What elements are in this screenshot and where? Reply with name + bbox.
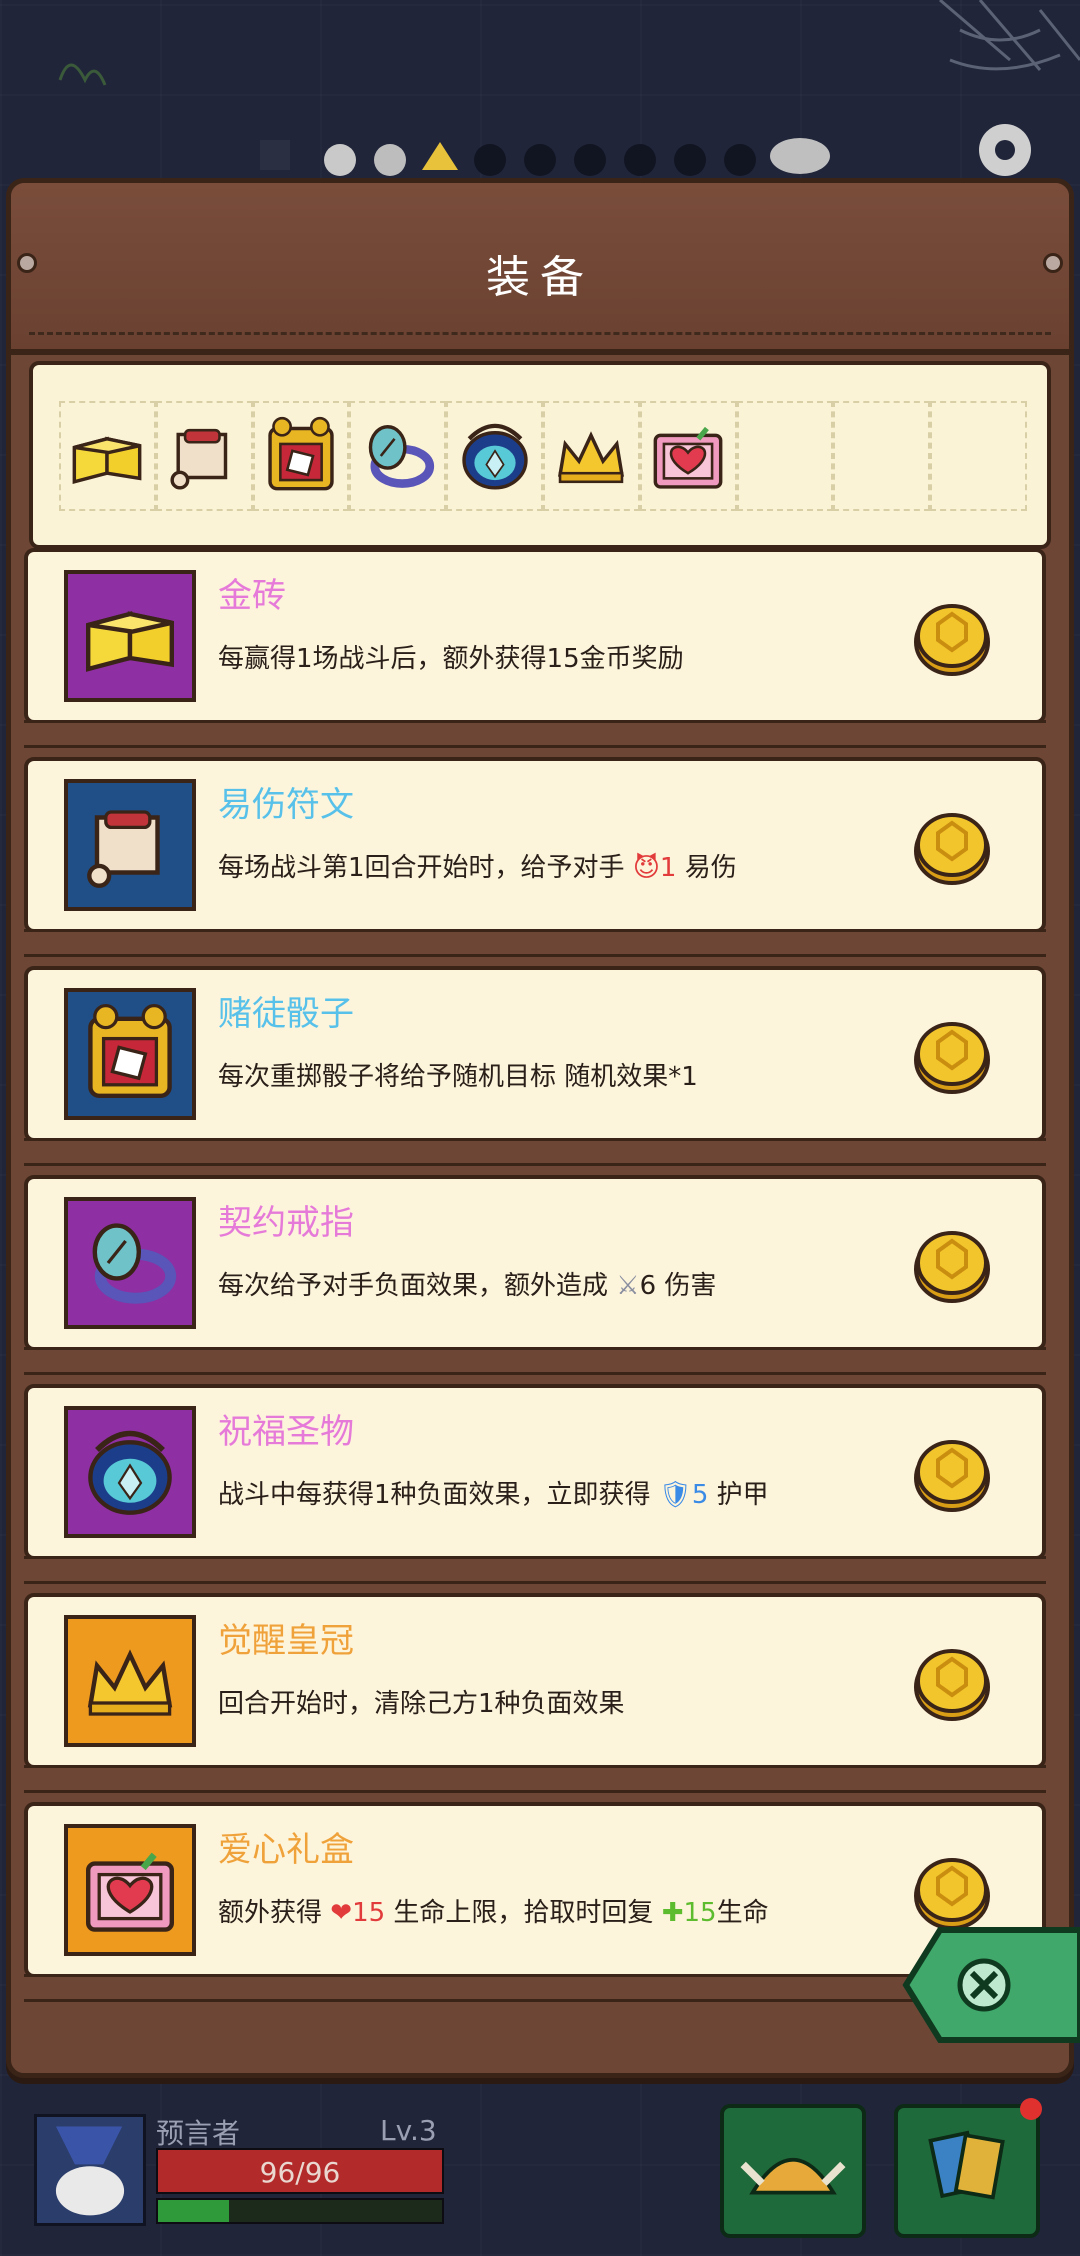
item-thumbnail	[64, 1406, 196, 1538]
scroll-icon	[87, 810, 160, 888]
slot-2[interactable]	[155, 401, 253, 511]
item-description: 每场战斗第1回合开始时，给予对手 😈1 易伤	[218, 853, 737, 883]
heal-icon: ✚	[661, 1898, 684, 1928]
equipment-card[interactable]: 爱心礼盒额外获得 ❤15 生命上限，拾取时回复 ✚15生命	[24, 1802, 1046, 2002]
equipment-card[interactable]: 觉醒皇冠回合开始时，清除己方1种负面效果	[24, 1593, 1046, 1793]
xp-bar	[156, 2198, 444, 2224]
gold-coin-icon	[914, 1649, 990, 1721]
item-thumbnail	[64, 1824, 196, 1956]
panel-title: 装备	[486, 252, 594, 303]
gold-brick-icon	[72, 436, 142, 485]
heart-box-icon	[86, 1852, 174, 1932]
equipment-card[interactable]: 祝福圣物战斗中每获得1种负面效果，立即获得 🛡5 护甲	[24, 1384, 1046, 1584]
ring-icon	[368, 425, 434, 488]
equipment-card[interactable]: 契约戒指每次给予对手负面效果，额外造成 ⚔6 伤害	[24, 1175, 1046, 1375]
item-name: 赌徒骰子	[218, 994, 354, 1034]
slot-5[interactable]	[446, 401, 543, 511]
equipment-row[interactable]: 赌徒骰子每次重掷骰子将给予随机目标 随机效果*1	[24, 966, 1046, 1175]
crown-icon	[87, 1649, 173, 1716]
item-thumbnail	[64, 1197, 196, 1329]
hp-text: 96/96	[259, 2156, 341, 2189]
slot-1[interactable]	[59, 401, 156, 511]
item-description: 额外获得 ❤15 生命上限，拾取时回复 ✚15生命	[218, 1898, 769, 1928]
sword-icon: ⚔	[616, 1271, 640, 1301]
heart-box-icon	[653, 426, 723, 489]
equipment-card[interactable]: 赌徒骰子每次重掷骰子将给予随机目标 随机效果*1	[24, 966, 1046, 1166]
top-decoration	[58, 0, 1080, 176]
ring-icon	[92, 1223, 177, 1304]
gold-coin-icon	[914, 604, 990, 676]
relic-icon	[461, 423, 528, 490]
xp-fill	[158, 2200, 229, 2222]
item-description: 每赢得1场战斗后，额外获得15金币奖励	[218, 644, 684, 674]
item-thumbnail	[64, 1615, 196, 1747]
scroll-icon	[170, 428, 228, 490]
equipment-row[interactable]: 爱心礼盒额外获得 ❤15 生命上限，拾取时回复 ✚15生命	[24, 1802, 1046, 2011]
slot-9[interactable]	[833, 401, 931, 511]
relic-icon	[88, 1430, 172, 1515]
slot-7[interactable]	[639, 401, 737, 511]
item-name: 契约戒指	[218, 1203, 354, 1243]
slot-4[interactable]	[349, 401, 447, 511]
cards-icon	[928, 2130, 1005, 2200]
player-hud: 预言者 Lv.3 96/96	[0, 2080, 1080, 2256]
equipped-slots-bar	[29, 361, 1051, 549]
slot-10[interactable]	[930, 401, 1027, 511]
helmet-button[interactable]	[720, 2104, 866, 2238]
equipment-row[interactable]: 觉醒皇冠回合开始时，清除己方1种负面效果	[24, 1593, 1046, 1802]
player-name: 预言者	[156, 2117, 241, 2150]
gold-coin-icon	[914, 1440, 990, 1512]
hp-bar: 96/96	[156, 2148, 444, 2194]
item-description: 回合开始时，清除己方1种负面效果	[218, 1689, 625, 1719]
item-thumbnail	[64, 570, 196, 702]
gold-coin-icon	[914, 813, 990, 885]
avatar[interactable]	[34, 2114, 146, 2226]
notification-dot	[1020, 2098, 1042, 2120]
dice-icon	[88, 1003, 172, 1098]
item-name: 爱心礼盒	[218, 1830, 354, 1870]
slot-6[interactable]	[542, 401, 640, 511]
slot-8[interactable]	[736, 401, 834, 511]
item-description: 每次重掷骰子将给予随机目标 随机效果*1	[218, 1062, 698, 1092]
close-button[interactable]	[900, 1920, 1080, 2050]
item-thumbnail	[64, 779, 196, 911]
item-name: 金砖	[218, 576, 286, 616]
equipment-row[interactable]: 易伤符文每场战斗第1回合开始时，给予对手 😈1 易伤	[24, 757, 1046, 966]
dice-icon	[268, 416, 334, 491]
item-name: 易伤符文	[218, 785, 354, 825]
equipment-list: 金砖每赢得1场战斗后，额外获得15金币奖励易伤符文每场战斗第1回合开始时，给予对…	[24, 548, 1046, 2011]
helmet-icon	[740, 2157, 846, 2195]
slot-3[interactable]	[252, 401, 350, 511]
equipment-card[interactable]: 金砖每赢得1场战斗后，额外获得15金币奖励	[24, 548, 1046, 748]
crown-icon	[558, 431, 625, 484]
panel-header: 装备	[11, 183, 1069, 355]
item-name: 祝福圣物	[218, 1412, 354, 1452]
equipment-card[interactable]: 易伤符文每场战斗第1回合开始时，给予对手 😈1 易伤	[24, 757, 1046, 957]
vulnerable-icon: 😈	[632, 853, 660, 883]
cards-button[interactable]	[894, 2098, 1042, 2238]
equipment-row[interactable]: 祝福圣物战斗中每获得1种负面效果，立即获得 🛡5 护甲	[24, 1384, 1046, 1593]
item-description: 每次给予对手负面效果，额外造成 ⚔6 伤害	[218, 1271, 717, 1301]
gold-coin-icon	[914, 1231, 990, 1303]
player-level: Lv.3	[380, 2114, 437, 2147]
heart-icon: ❤	[330, 1898, 353, 1928]
item-thumbnail	[64, 988, 196, 1120]
item-description: 战斗中每获得1种负面效果，立即获得 🛡5 护甲	[218, 1480, 769, 1510]
gold-brick-icon	[86, 611, 174, 672]
equipment-row[interactable]: 契约戒指每次给予对手负面效果，额外造成 ⚔6 伤害	[24, 1175, 1046, 1384]
equipment-row[interactable]: 金砖每赢得1场战斗后，额外获得15金币奖励	[24, 548, 1046, 757]
gold-coin-icon	[914, 1022, 990, 1094]
shield-icon: 🛡	[658, 1480, 692, 1510]
item-name: 觉醒皇冠	[218, 1621, 354, 1661]
